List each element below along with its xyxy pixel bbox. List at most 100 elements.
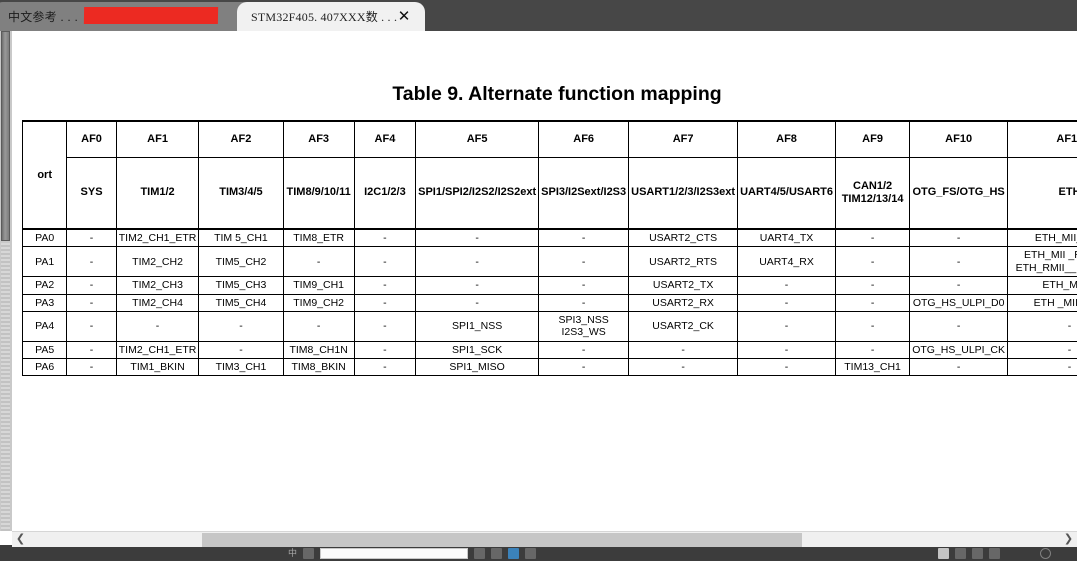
column-header-af7: AF7 [628,120,739,158]
table-row: PA5- TIM2_CH1_ETR - TIM8_CH1N - SPI1_SCK - - - - O… [21,340,1077,360]
cell-af9: TIM13_CH1 [834,357,911,377]
app-icon-blue[interactable] [508,547,520,559]
cell-af0: - [66,276,117,295]
cell-af10: OTG_HS_ULPI_CK [909,340,1009,360]
cell-af0: - [66,246,117,278]
taskbar-tray-group [938,545,1000,561]
user-icon[interactable] [1040,547,1051,559]
cell-af0: - [66,228,117,248]
cell-af1: TIM2_CH1_ETR [115,228,200,248]
table-row: PA1- TIM2_CH2 TIM5_CH2- - - - USART2_RTS UART4_… [21,246,1077,278]
app-icon[interactable] [955,547,966,559]
peripheral-header-af3: TIM8/9/10/11 [282,156,355,230]
cell-af1: TIM2_CH3 [115,276,200,295]
vertical-scrollbar-track[interactable] [1,243,10,531]
cell-af2: - [198,340,284,360]
column-header-af8: AF8 [737,120,836,158]
vertical-scrollbar[interactable] [0,31,12,531]
cell-af11: - [1007,340,1077,360]
app-icon-grey[interactable] [525,547,537,559]
table-row: PA3- TIM2_CH4 TIM5_CH4 TIM9_CH2- - - USART2_RX… [21,293,1077,312]
cell-af6: - [538,340,630,360]
column-header-af1: AF1 [115,120,200,158]
scroll-right-arrow-icon[interactable]: ❯ [1062,533,1075,546]
keyboard-icon[interactable] [491,547,503,559]
window-icon[interactable] [938,547,949,559]
cell-af8: UART4_RX [737,246,836,278]
cell-af7: USART2_RTS [628,246,739,278]
horizontal-scrollbar-thumb[interactable] [202,533,802,547]
ime-icon[interactable]: 中 [288,548,297,559]
cell-af3: - [282,246,355,278]
cell-af9: - [834,276,911,295]
cell-port: PA0 [21,228,68,248]
cell-af10: - [909,357,1009,377]
app-window: 中文参考 . . . STM32F405. 407XXX数 . . . ✕ Ta… [0,0,1077,561]
tray-icon[interactable] [972,547,983,559]
cell-af1: TIM2_CH1_ETR [115,340,200,360]
peripheral-header-af4: I2C1/2/3 [353,156,417,230]
column-header-af4: AF4 [353,120,417,158]
os-taskbar: 中 [0,545,1077,561]
horizontal-scrollbar[interactable]: ❮ ❯ [12,531,1077,547]
cell-af9: - [834,246,911,278]
cell-af7: - [628,357,739,377]
scroll-left-arrow-icon[interactable]: ❮ [14,533,27,546]
cell-af5: - [415,246,540,278]
peripheral-header-af2: TIM3/4/5 [198,156,284,230]
cell-af8: - [737,293,836,312]
cell-af0: - [66,340,117,360]
cell-af6: - [538,293,630,312]
taskbar-ime-group: 中 [288,545,537,561]
redaction-overlay [83,7,219,24]
column-header-af0: AF0 [66,120,117,158]
peripheral-header-af7: USART1/2/3/I2S3ext [628,156,739,230]
pen-icon[interactable] [303,547,315,559]
cell-af7: - [628,340,739,360]
cell-af8: - [737,357,836,377]
cell-af5: - [415,293,540,312]
cell-af8: UART4_TX [737,228,836,248]
column-header-af6: AF6 [538,120,630,158]
cell-af2: TIM5_CH4 [198,293,284,312]
mic-icon[interactable] [474,547,486,559]
cell-af10: - [909,228,1009,248]
taskbar-user-group [1040,545,1051,561]
cell-af2: TIM 5_CH1 [198,228,284,248]
search-input[interactable] [320,547,469,559]
cell-port: PA3 [21,293,68,312]
vertical-scrollbar-thumb[interactable] [1,31,10,241]
column-header-af3: AF3 [282,120,355,158]
cell-af9: - [834,228,911,248]
cell-af11: ETH_MII_CRS [1007,228,1077,248]
cell-af3: TIM8_CH1N [282,340,355,360]
grid-icon[interactable] [989,547,1000,559]
cell-af2: TIM5_CH2 [198,246,284,278]
cell-af4: - [353,228,417,248]
cell-af7: USART2_RX [628,293,739,312]
cell-af11: - [1007,310,1077,342]
column-header-port: ort [21,120,68,230]
cell-af3: TIM8_ETR [282,228,355,248]
cell-port: PA5 [21,340,68,360]
browser-tab-stm32f405-datasheet[interactable]: STM32F405. 407XXX数 . . . ✕ [237,2,425,31]
cell-af11: ETH_MDIO [1007,276,1077,295]
table-header: ort AF0 AF1 AF2 AF3 AF4 AF5 AF6 AF7 AF8 … [21,120,1077,230]
cell-af5: - [415,228,540,248]
cell-af6: - [538,357,630,377]
cell-af11: - [1007,357,1077,377]
peripheral-header-af8: UART4/5/USART6 [737,156,836,230]
cell-af1: TIM2_CH2 [115,246,200,278]
cell-af4: - [353,340,417,360]
cell-af0: - [66,357,117,377]
cell-af1: TIM1_BKIN [115,357,200,377]
cell-port: PA4 [21,310,68,342]
cell-af9: - [834,310,911,342]
peripheral-header-af9: CAN1/2 TIM12/13/14 [834,156,911,230]
cell-af10: OTG_HS_ULPI_D0 [909,293,1009,312]
peripheral-header-af6: SPI3/I2Sext/I2S3 [538,156,630,230]
cell-af10: - [909,310,1009,342]
close-icon[interactable]: ✕ [397,9,411,24]
cell-af2: - [198,310,284,342]
cell-af7: USART2_CTS [628,228,739,248]
